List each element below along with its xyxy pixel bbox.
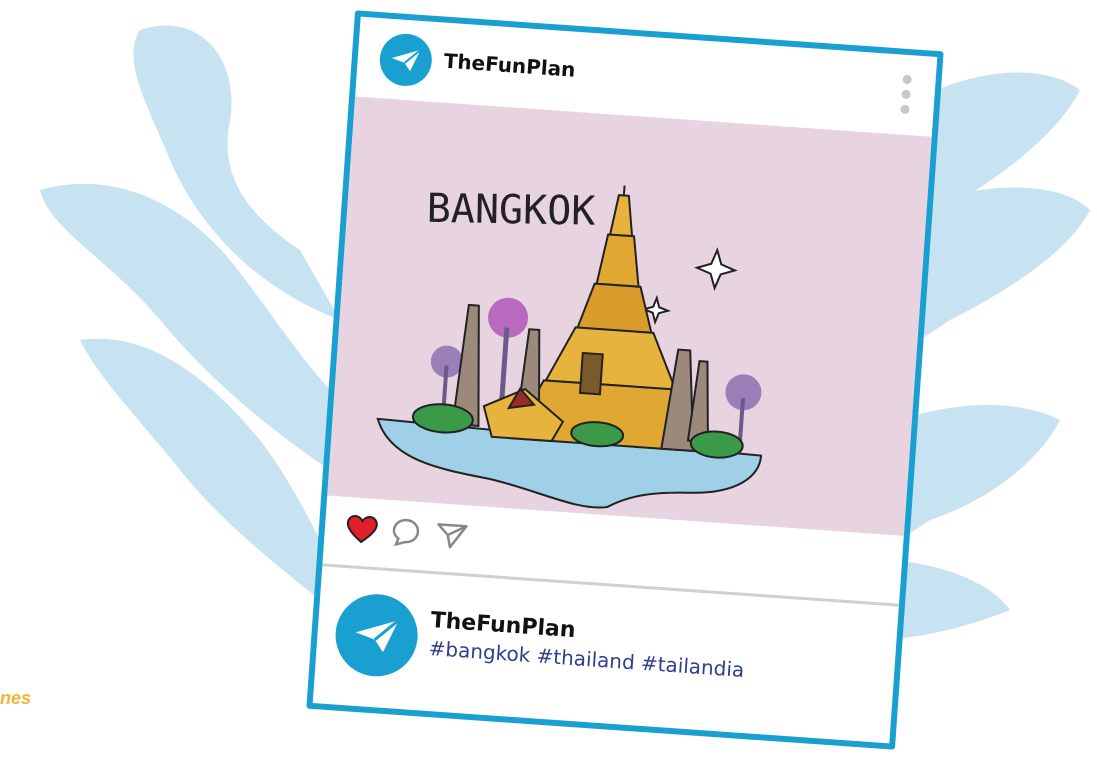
- post-photo: BANGKOK: [327, 96, 932, 536]
- more-dots-icon[interactable]: [897, 74, 914, 119]
- sparkle-icon: [694, 247, 738, 291]
- account-avatar[interactable]: [378, 32, 434, 88]
- photo-title: BANGKOK: [426, 186, 595, 235]
- social-post-card: TheFunPlan BANGKOK TheFunPlan #bangkok #…: [306, 10, 944, 750]
- heart-icon[interactable]: [344, 513, 380, 545]
- account-avatar[interactable]: [332, 591, 421, 680]
- paper-plane-icon: [355, 619, 400, 653]
- paper-plane-icon: [391, 49, 422, 72]
- partial-text: nes: [0, 688, 32, 708]
- comment-icon[interactable]: [390, 516, 422, 548]
- send-icon[interactable]: [434, 519, 470, 551]
- account-name[interactable]: TheFunPlan: [443, 49, 576, 82]
- caption-hashtags[interactable]: #bangkok #thailand #tailandia: [428, 636, 745, 682]
